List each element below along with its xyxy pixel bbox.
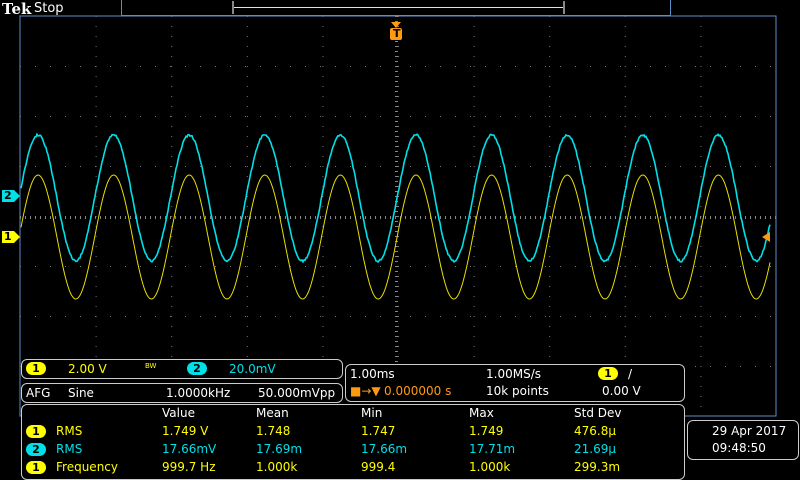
sample-rate: 1.00MS/s <box>486 367 541 381</box>
ch2-scale: 20.0mV <box>229 362 276 376</box>
ch1-scale: 2.00 V <box>68 362 107 376</box>
measurement-value: 17.69m <box>256 442 302 456</box>
measurement-value: 299.3m <box>574 460 620 474</box>
measurement-value: 999.4 <box>361 460 395 474</box>
measurement-name[interactable]: RMS <box>56 442 82 456</box>
measurement-value: 17.66m <box>361 442 407 456</box>
time: 09:48:50 <box>712 441 766 455</box>
trigger-slope-icon: / <box>628 367 632 381</box>
measurement-source-badge: 1 <box>26 461 46 474</box>
timebase: 1.00ms <box>350 367 395 381</box>
trigger-position-icon: ■→▼ <box>350 384 381 398</box>
measurement-value: 476.8µ <box>574 424 616 438</box>
measurement-value: 1.000k <box>469 460 510 474</box>
ch1-marker-label[interactable]: 1 <box>4 230 12 243</box>
measurement-header: Max <box>469 406 494 420</box>
measurement-value: 1.749 <box>469 424 503 438</box>
afg-label: AFG <box>26 386 50 400</box>
ch2-marker-label[interactable]: 2 <box>4 189 12 202</box>
ch1-badge: 1 <box>26 362 46 375</box>
measurement-source-badge: 1 <box>26 425 46 438</box>
measurement-name[interactable]: RMS <box>56 424 82 438</box>
datetime-panel: 29 Apr 2017 09:48:50 <box>687 420 799 460</box>
trigger-position: 0.000000 s <box>384 384 451 398</box>
afg-wave: Sine <box>68 386 94 400</box>
measurement-source-badge: 2 <box>26 443 46 456</box>
measurement-value: 17.66mV <box>162 442 216 456</box>
measurement-header: Std Dev <box>574 406 621 420</box>
afg-frequency: 1.0000kHz <box>166 386 230 400</box>
date: 29 Apr 2017 <box>712 424 786 438</box>
measurement-value: 1.749 V <box>162 424 208 438</box>
measurement-value: 1.000k <box>256 460 297 474</box>
measurement-value: 999.7 Hz <box>162 460 216 474</box>
measurement-header: Min <box>361 406 382 420</box>
vertical-panel[interactable]: 1 2.00 V BW 2 20.0mV <box>21 359 343 379</box>
measurement-name[interactable]: Frequency <box>56 460 118 474</box>
measurements-panel[interactable]: Value Mean Min Max Std Dev 1 RMS 1.749 V 1.748 1.… <box>21 404 685 480</box>
bw-limit-icon: BW <box>145 362 156 370</box>
measurement-header: Value <box>162 406 195 420</box>
trigger-marker-label: T <box>393 27 401 40</box>
measurement-value: 1.747 <box>361 424 395 438</box>
afg-panel[interactable]: AFG Sine 1.0000kHz 50.000mVpp <box>21 383 343 403</box>
measurement-value: 21.69µ <box>574 442 616 456</box>
measurement-value: 17.71m <box>469 442 515 456</box>
ch2-badge: 2 <box>187 362 207 375</box>
measurement-value: 1.748 <box>256 424 290 438</box>
measurement-header: Mean <box>256 406 289 420</box>
record-length: 10k points <box>486 384 549 398</box>
horizontal-trigger-panel[interactable]: 1.00ms 1.00MS/s 1 / ■→▼ 0.000000 s 10k p… <box>345 364 685 402</box>
trigger-source-badge: 1 <box>598 367 618 380</box>
graticule-grid <box>20 16 776 412</box>
trigger-level: 0.00 V <box>602 384 641 398</box>
afg-amplitude: 50.000mVpp <box>258 386 335 400</box>
